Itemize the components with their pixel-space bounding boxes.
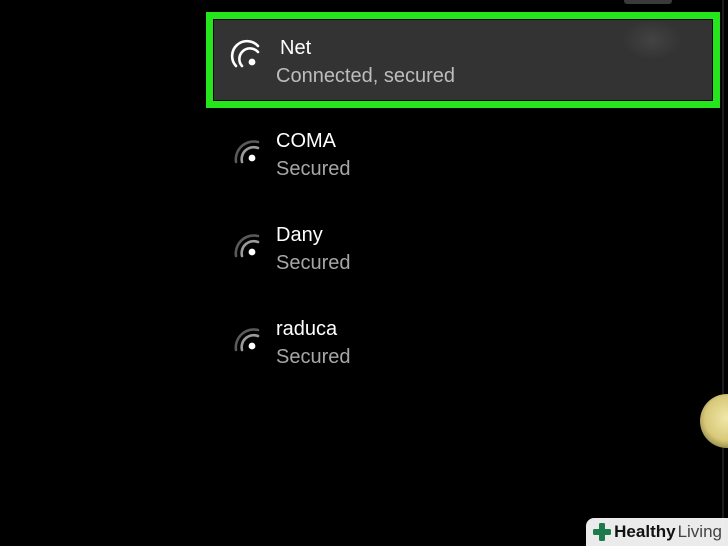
watermark-brand-light: Living bbox=[677, 522, 722, 541]
network-item-coma[interactable]: COMA Secured bbox=[214, 114, 712, 194]
wifi-icon bbox=[234, 234, 260, 258]
wifi-icon bbox=[234, 140, 260, 164]
hover-shade bbox=[622, 20, 682, 60]
cursor-highlight bbox=[700, 394, 728, 448]
network-item-net[interactable]: Net Connected, secured bbox=[214, 20, 712, 100]
watermark-brand-bold: Healthy bbox=[614, 522, 676, 541]
network-item-dany[interactable]: Dany Secured bbox=[214, 208, 712, 288]
wifi-icon bbox=[234, 328, 260, 352]
panel-edge bbox=[722, 0, 724, 546]
screen: Net Connected, secured COMA Secured Dany… bbox=[0, 0, 728, 546]
network-status: Secured bbox=[276, 252, 351, 274]
cross-icon bbox=[593, 523, 612, 541]
network-name: COMA bbox=[276, 130, 336, 152]
network-status: Connected, secured bbox=[276, 65, 456, 87]
network-name: raduca bbox=[276, 318, 338, 340]
network-name: Net bbox=[280, 37, 312, 59]
network-name: Dany bbox=[276, 224, 323, 246]
network-item-raduca[interactable]: raduca Secured bbox=[214, 302, 712, 382]
network-status: Secured bbox=[276, 346, 351, 368]
scroll-stub bbox=[624, 0, 672, 4]
network-status: Secured bbox=[276, 158, 351, 180]
wifi-icon bbox=[230, 39, 260, 68]
watermark: Healthy Living bbox=[586, 518, 728, 546]
